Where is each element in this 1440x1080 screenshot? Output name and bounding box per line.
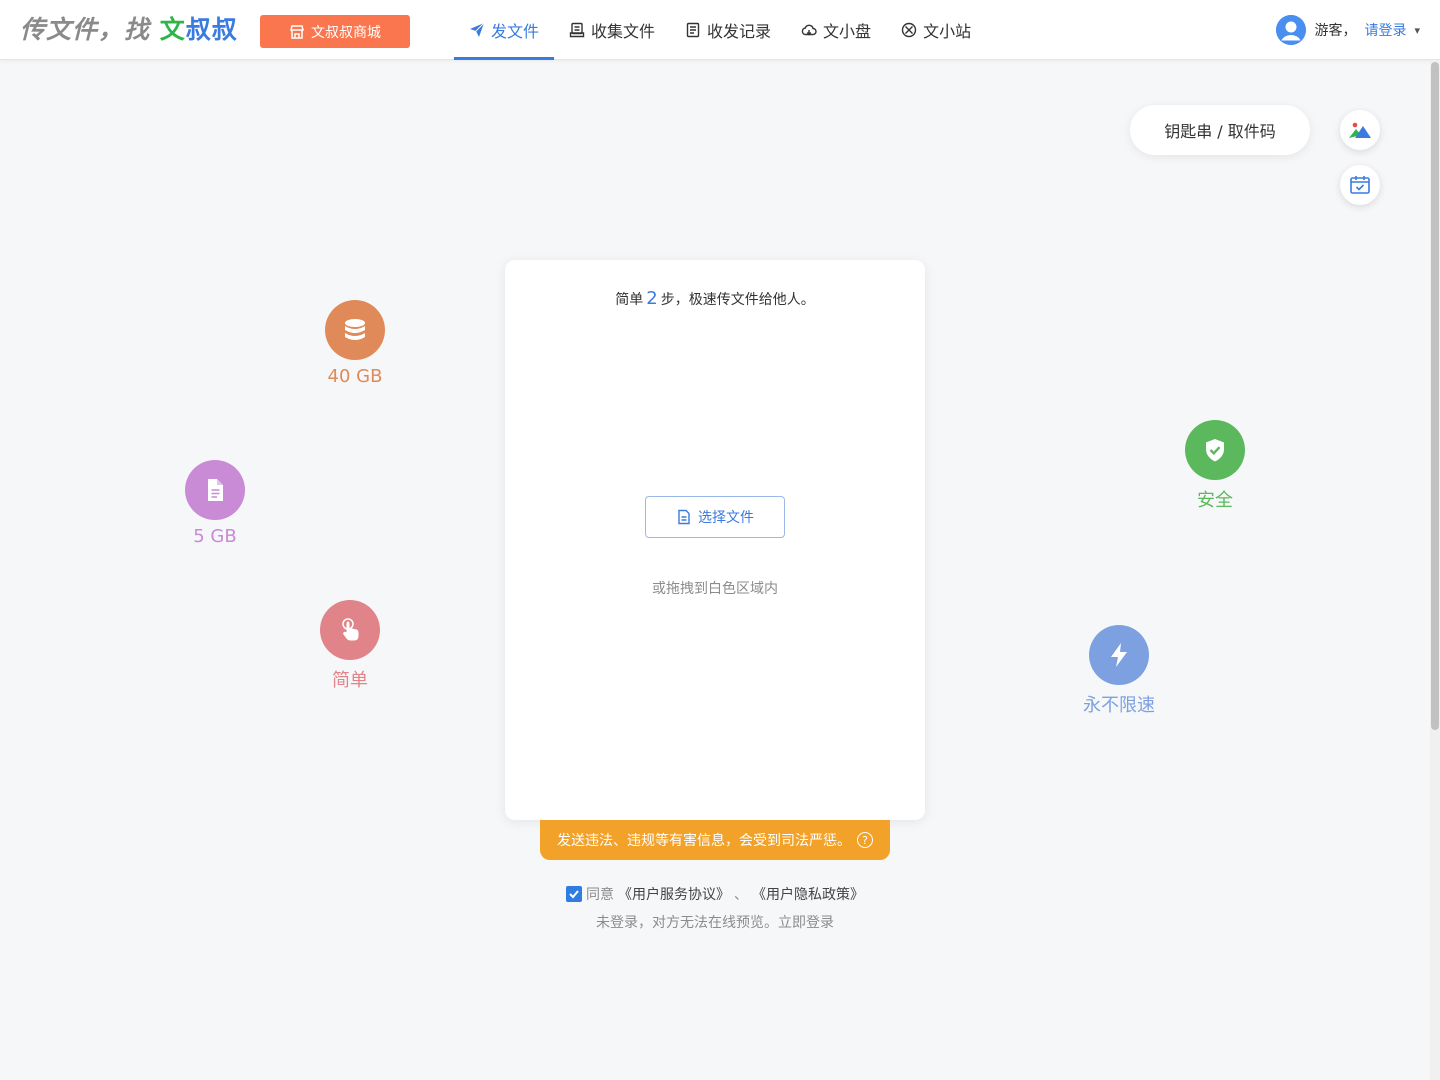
feature-simple-bubble — [320, 600, 380, 660]
tagline-after: 步，极速传文件给他人。 — [660, 292, 815, 308]
logo-slogan: 传文件，找 — [20, 15, 151, 44]
privacy-policy-link[interactable]: 《用户隐私政策》 — [752, 884, 864, 904]
legal-warning-text: 发送违法、违规等有害信息，会受到司法严惩。 — [557, 833, 851, 849]
scrollbar-thumb[interactable] — [1431, 62, 1439, 730]
image-tool-button[interactable] — [1340, 110, 1380, 150]
login-notice-text: 未登录，对方无法在线预览。 — [596, 915, 778, 931]
nav-collect-files[interactable]: 收集文件 — [554, 0, 670, 60]
terms-of-service-link[interactable]: 《用户服务协议》 — [618, 884, 730, 904]
nav-send-file-label: 发文件 — [491, 22, 540, 41]
feature-secure: 安全 — [1155, 420, 1275, 512]
file-icon — [678, 509, 690, 525]
nav-site-label: 文小站 — [923, 22, 972, 41]
record-icon — [686, 22, 700, 38]
login-now-link[interactable]: 立即登录 — [778, 915, 834, 931]
feature-storage-label: 40 GB — [327, 366, 383, 387]
upload-drop-zone[interactable]: 简单 2 步，极速传文件给他人。 选择文件 或拖拽到白色区域内 — [505, 260, 925, 820]
feature-storage: 40 GB — [295, 300, 415, 387]
agreement-separator: 、 — [734, 887, 748, 903]
user-avatar-icon — [1276, 15, 1307, 45]
logo-brand-first: 文 — [159, 15, 186, 44]
lightning-icon — [1111, 643, 1127, 667]
feature-file-size-label: 5 GB — [193, 526, 237, 547]
hand-pointer-icon — [342, 618, 359, 641]
agree-label: 同意 — [586, 887, 614, 903]
feature-speed: 永不限速 — [1059, 625, 1179, 717]
top-header: 传文件，找 文叔叔 文叔叔商城 发文件 收集文件 收发记录 文小盘 文小站 游客… — [0, 0, 1440, 60]
logo-brand-rest: 叔叔 — [185, 15, 238, 44]
feature-simple-label: 简单 — [332, 670, 368, 691]
feature-secure-bubble — [1185, 420, 1245, 480]
paper-plane-icon — [470, 22, 485, 37]
logo[interactable]: 传文件，找 文叔叔 — [20, 12, 238, 48]
nav-site[interactable]: 文小站 — [886, 0, 986, 60]
nav-cloud-drive-label: 文小盘 — [823, 22, 872, 41]
cloud-drive-icon — [801, 24, 817, 36]
drag-hint: 或拖拽到白色区域内 — [652, 581, 778, 597]
site-icon — [901, 22, 917, 38]
choose-file-label: 选择文件 — [698, 510, 754, 526]
feature-secure-label: 安全 — [1197, 490, 1233, 511]
login-notice: 未登录，对方无法在线预览。立即登录 — [0, 912, 1430, 932]
database-icon — [345, 319, 365, 340]
guest-label: 游客， — [1314, 23, 1357, 39]
help-icon[interactable]: ? — [857, 832, 873, 848]
choose-file-button[interactable]: 选择文件 — [645, 496, 785, 538]
file-icon — [208, 479, 223, 501]
avatar[interactable] — [1276, 15, 1307, 45]
feature-file-size-bubble — [185, 460, 245, 520]
nav-send-file[interactable]: 发文件 — [454, 0, 555, 60]
tagline-step-count: 2 — [646, 288, 658, 309]
feature-speed-bubble — [1089, 625, 1149, 685]
tagline-before: 简单 — [615, 292, 644, 308]
nav-cloud-drive[interactable]: 文小盘 — [786, 0, 886, 60]
agree-checkbox[interactable] — [566, 886, 582, 902]
calendar-check-icon — [1350, 176, 1370, 194]
shop-button-label: 文叔叔商城 — [311, 24, 381, 41]
calendar-tool-button[interactable] — [1340, 165, 1380, 205]
feature-storage-bubble — [325, 300, 385, 360]
legal-warning-banner: 发送违法、违规等有害信息，会受到司法严惩。 ? — [540, 820, 890, 860]
keychain-pickup-code-label: 钥匙串 / 取件码 — [1164, 122, 1276, 141]
nav-records-label: 收发记录 — [707, 22, 772, 41]
logo-brand: 文叔叔 — [160, 15, 238, 44]
feature-file-size: 5 GB — [155, 460, 275, 547]
checkmark-icon — [569, 890, 579, 899]
main-nav: 发文件 收集文件 收发记录 文小盘 文小站 — [454, 0, 986, 60]
shop-button[interactable]: 文叔叔商城 — [260, 15, 410, 48]
login-link[interactable]: 请登录 — [1364, 20, 1406, 40]
chevron-down-icon[interactable]: ▾ — [1414, 24, 1420, 37]
agreement-row: 同意 《用户服务协议》 、 《用户隐私政策》 — [0, 884, 1430, 904]
feature-simple: 简单 — [290, 600, 410, 692]
inbox-icon — [569, 22, 585, 38]
shield-check-icon — [1206, 439, 1224, 462]
nav-records[interactable]: 收发记录 — [670, 0, 786, 60]
image-icon — [1349, 122, 1371, 138]
upload-tagline: 简单 2 步，极速传文件给他人。 — [505, 288, 925, 309]
nav-collect-files-label: 收集文件 — [591, 22, 656, 41]
feature-speed-label: 永不限速 — [1083, 695, 1155, 716]
user-menu[interactable]: 游客， 请登录 ▾ — [1276, 14, 1420, 46]
shop-icon — [290, 24, 304, 39]
keychain-pickup-code-button[interactable]: 钥匙串 / 取件码 — [1130, 105, 1310, 155]
